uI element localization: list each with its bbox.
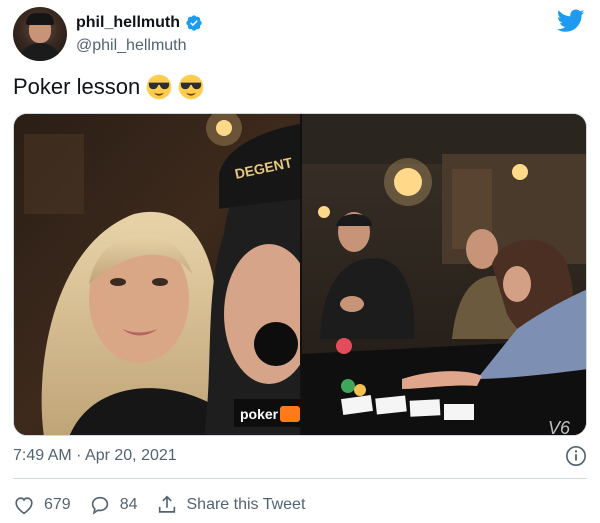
sunglasses-face-emoji	[178, 74, 204, 100]
svg-text:V6: V6	[548, 418, 571, 435]
share-icon	[158, 495, 175, 513]
author-name[interactable]: phil_hellmuth	[76, 14, 180, 32]
like-count: 679	[44, 496, 71, 513]
tweet-media[interactable]: DEGENT poker V6	[13, 113, 587, 436]
sunglasses-face-emoji	[146, 74, 172, 100]
avatar[interactable]	[13, 7, 67, 61]
reply-bubble-icon	[91, 496, 108, 515]
share-button[interactable]: Share this Tweet	[156, 494, 306, 516]
divider	[13, 478, 587, 479]
photo-poker-table[interactable]: V6	[302, 114, 586, 435]
author-name-row[interactable]: phil_hellmuth	[76, 14, 203, 32]
like-button[interactable]: 679	[13, 494, 71, 516]
share-label: Share this Tweet	[186, 496, 306, 513]
author-handle[interactable]: @phil_hellmuth	[76, 37, 187, 55]
tweet-text: Poker lesson	[13, 74, 204, 100]
reply-button[interactable]: 84	[89, 494, 138, 516]
verified-badge-icon	[186, 15, 202, 31]
heart-icon	[15, 497, 33, 515]
tweet-text-content: Poker lesson	[13, 74, 141, 99]
reply-count: 84	[119, 496, 138, 513]
tweet-header: phil_hellmuth @phil_hellmuth	[13, 7, 587, 63]
twitter-bird-icon[interactable]	[557, 9, 585, 33]
photo-selfie[interactable]: DEGENT poker	[14, 114, 300, 435]
svg-text:poker: poker	[240, 406, 279, 422]
info-icon[interactable]	[565, 445, 587, 467]
tweet-actions: 679 84 Share this Tweet	[13, 492, 323, 518]
tweet-timestamp[interactable]: 7:49 AM · Apr 20, 2021	[13, 447, 177, 465]
